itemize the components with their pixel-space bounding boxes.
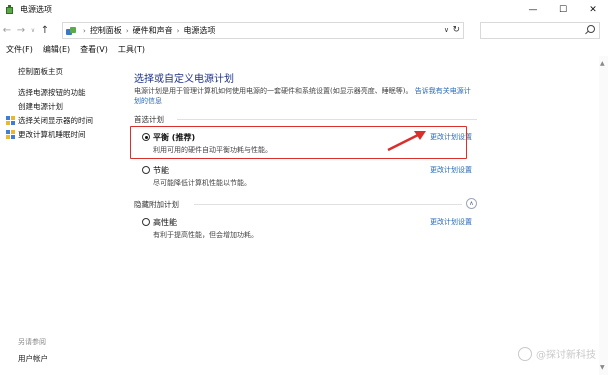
plan-power-saver: 节能 尽可能降低计算机性能以节能。 更改计划设置 bbox=[142, 164, 472, 192]
main-content: 选择或自定义电源计划 电源计划是用于管理计算机如何使用电源的一套硬件和系统设置(… bbox=[122, 56, 608, 375]
chevron-down-icon[interactable]: ∨ bbox=[444, 26, 449, 34]
watermark: @探讨新科技 bbox=[518, 346, 596, 361]
menu-bar: 文件(F) 编辑(E) 查看(V) 工具(T) bbox=[0, 42, 608, 56]
sidebar-item-label: 更改计算机睡眠时间 bbox=[18, 130, 86, 139]
sidebar-item-home[interactable]: 控制面板主页 bbox=[18, 66, 63, 77]
watermark-logo-icon bbox=[518, 346, 532, 361]
chevron-right-icon[interactable]: › bbox=[177, 27, 180, 35]
change-plan-settings-link[interactable]: 更改计划设置 bbox=[430, 165, 472, 175]
address-bar: ← → ∨ ↑ › 控制面板 › 硬件和声音 › 电源选项 ∨ ↻ bbox=[0, 19, 608, 42]
see-also-label: 另请参阅 bbox=[18, 338, 46, 346]
divider bbox=[177, 119, 477, 120]
plan-high-performance-radio[interactable] bbox=[142, 218, 150, 226]
description-text: 电源计划是用于管理计算机如何使用电源的一套硬件和系统设置(如显示器亮度、睡眠等)… bbox=[134, 87, 413, 95]
divider bbox=[194, 204, 462, 205]
sidebar-item-user-accounts[interactable]: 用户帐户 bbox=[18, 353, 48, 364]
search-icon bbox=[587, 25, 595, 33]
address-field[interactable]: › 控制面板 › 硬件和声音 › 电源选项 ∨ ↻ bbox=[62, 22, 464, 39]
search-input[interactable] bbox=[480, 22, 600, 39]
hidden-plans-header[interactable]: 隐藏附加计划 bbox=[134, 199, 179, 210]
learn-more-link[interactable]: 告诉我有关电源计 bbox=[415, 87, 471, 95]
preferred-plans-header: 首选计划 bbox=[134, 115, 164, 124]
breadcrumb-control-panel[interactable]: 控制面板 bbox=[90, 25, 122, 36]
power-options-icon bbox=[5, 4, 15, 15]
scrollbar[interactable]: ▲ ▼ bbox=[599, 56, 608, 375]
control-panel-icon bbox=[66, 26, 76, 36]
plan-power-saver-radio[interactable] bbox=[142, 166, 150, 174]
plan-name: 节能 bbox=[153, 166, 169, 175]
change-plan-settings-link[interactable]: 更改计划设置 bbox=[430, 217, 472, 227]
menu-edit[interactable]: 编辑(E) bbox=[43, 44, 70, 55]
plan-high-performance: 高性能 有利于提高性能，但会增加功耗。 更改计划设置 bbox=[142, 216, 472, 244]
sidebar-item-sleep[interactable]: 更改计算机睡眠时间 bbox=[6, 129, 86, 140]
menu-view[interactable]: 查看(V) bbox=[80, 44, 108, 55]
plan-description: 尽可能降低计算机性能以节能。 bbox=[153, 179, 251, 187]
menu-file[interactable]: 文件(F) bbox=[6, 44, 33, 55]
shield-icon bbox=[6, 129, 15, 140]
chevron-right-icon[interactable]: › bbox=[83, 27, 86, 35]
annotation-arrow-icon bbox=[387, 131, 426, 152]
shield-icon bbox=[6, 115, 15, 126]
maximize-button[interactable]: ☐ bbox=[548, 0, 578, 19]
scroll-up-icon[interactable]: ▲ bbox=[600, 60, 605, 67]
close-button[interactable]: ✕ bbox=[578, 0, 608, 19]
forward-arrow-icon[interactable]: → bbox=[14, 25, 28, 36]
sidebar-item-create-plan[interactable]: 创建电源计划 bbox=[18, 101, 63, 112]
plan-description: 有利于提高性能，但会增加功耗。 bbox=[153, 231, 258, 239]
up-arrow-icon[interactable]: ↑ bbox=[38, 25, 52, 36]
minimize-button[interactable]: — bbox=[518, 0, 548, 19]
window-title: 电源选项 bbox=[20, 5, 52, 14]
page-description: 电源计划是用于管理计算机如何使用电源的一套硬件和系统设置(如显示器亮度、睡眠等)… bbox=[134, 86, 479, 106]
menu-tools[interactable]: 工具(T) bbox=[118, 44, 145, 55]
title-bar: 电源选项 — ☐ ✕ bbox=[0, 0, 608, 19]
chevron-right-icon[interactable]: › bbox=[126, 27, 129, 35]
sidebar-item-display-off[interactable]: 选择关闭显示器的时间 bbox=[6, 115, 93, 126]
breadcrumb-power-options[interactable]: 电源选项 bbox=[183, 25, 215, 36]
back-arrow-icon[interactable]: ← bbox=[0, 25, 14, 36]
page-title: 选择或自定义电源计划 bbox=[134, 74, 234, 85]
sidebar-item-label: 选择关闭显示器的时间 bbox=[18, 116, 93, 125]
scroll-down-icon[interactable]: ▼ bbox=[600, 364, 605, 371]
recent-locations-icon[interactable]: ∨ bbox=[28, 27, 38, 34]
learn-more-link-continued[interactable]: 划的信息 bbox=[134, 97, 162, 105]
sidebar-item-power-button[interactable]: 选择电源按钮的功能 bbox=[18, 87, 86, 98]
refresh-icon[interactable]: ↻ bbox=[452, 25, 460, 35]
plan-name: 高性能 bbox=[153, 218, 177, 227]
breadcrumb-hardware-sound[interactable]: 硬件和声音 bbox=[133, 25, 173, 36]
watermark-text: @探讨新科技 bbox=[536, 350, 596, 361]
chevron-up-icon[interactable]: ∧ bbox=[466, 198, 477, 209]
window-controls: — ☐ ✕ bbox=[518, 0, 608, 19]
sidebar: 控制面板主页 选择电源按钮的功能 创建电源计划 选择关闭显示器的时间 更改计算机… bbox=[0, 56, 122, 375]
